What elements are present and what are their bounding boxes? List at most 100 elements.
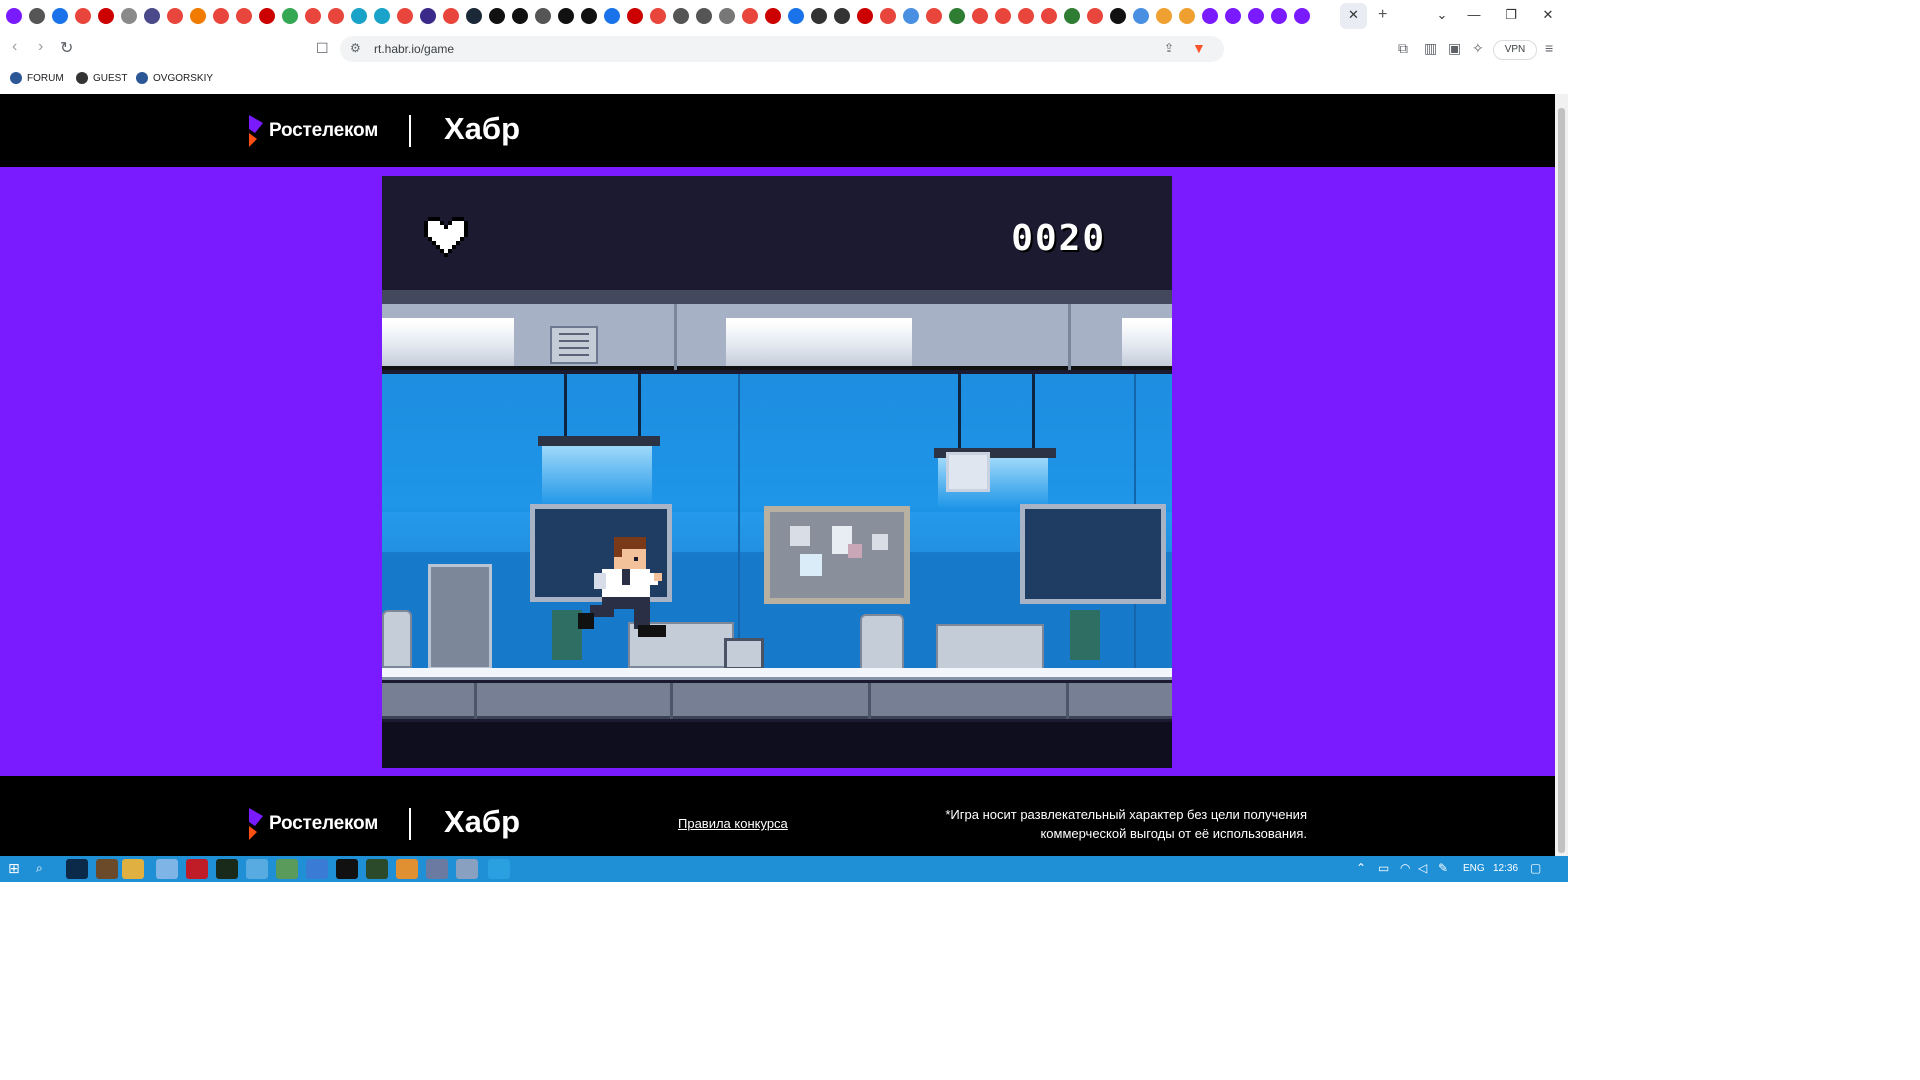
tab-favicon-icon[interactable] (650, 8, 666, 24)
taskbar-app[interactable] (122, 859, 144, 879)
contest-rules-link[interactable]: Правила конкурса (678, 816, 788, 831)
tab-favicon-icon[interactable] (98, 8, 114, 24)
taskbar-app[interactable] (306, 859, 328, 879)
reload-button[interactable]: ↻ (60, 38, 73, 58)
tab-favicon-icon[interactable] (351, 8, 367, 24)
tab-favicon-icon[interactable] (972, 8, 988, 24)
tab-favicon-icon[interactable] (903, 8, 919, 24)
bookmark-ovgorskiy[interactable]: OVGORSKIY (136, 72, 213, 84)
site-settings-icon[interactable]: ⚙ (350, 41, 361, 55)
taskbar-app[interactable] (456, 859, 478, 879)
active-tab[interactable]: ✕ (1340, 3, 1367, 29)
tab-favicon-icon[interactable] (213, 8, 229, 24)
share-icon[interactable]: ⇪ (1164, 41, 1174, 55)
menu-icon[interactable]: ≡ (1545, 40, 1553, 56)
rostelecom-logo[interactable]: Ростелеком (247, 115, 378, 147)
taskbar-app[interactable] (66, 859, 88, 879)
tab-favicon-icon[interactable] (719, 8, 735, 24)
tab-favicon-icon[interactable] (1110, 8, 1126, 24)
tab-favicon-icon[interactable] (880, 8, 896, 24)
taskbar-app-browser[interactable] (246, 859, 268, 879)
windows-start-icon[interactable]: ⊞ (8, 860, 20, 877)
tab-favicon-icon[interactable] (6, 8, 22, 24)
restore-button[interactable]: ❐ (1501, 7, 1521, 23)
url-text[interactable]: rt.habr.io/game (374, 42, 454, 56)
scroll-thumb[interactable] (1558, 108, 1565, 853)
clock[interactable]: 12:36 (1493, 863, 1518, 874)
tab-favicon-icon[interactable] (857, 8, 873, 24)
rostelecom-logo[interactable]: Ростелеком (247, 808, 378, 840)
tab-favicon-icon[interactable] (742, 8, 758, 24)
tab-favicon-icon[interactable] (1271, 8, 1287, 24)
tab-favicon-icon[interactable] (1179, 8, 1195, 24)
tab-favicon-icon[interactable] (259, 8, 275, 24)
battery-icon[interactable]: ▭ (1378, 861, 1389, 875)
language-indicator[interactable]: ENG (1463, 863, 1485, 874)
tab-favicon-icon[interactable] (52, 8, 68, 24)
habr-logo[interactable]: Хабр (444, 804, 520, 840)
tab-favicon-icon[interactable] (1087, 8, 1103, 24)
close-window-button[interactable]: ✕ (1538, 7, 1558, 23)
new-tab-button[interactable]: + (1378, 6, 1387, 24)
tab-favicon-icon[interactable] (374, 8, 390, 24)
tab-favicon-icon[interactable] (466, 8, 482, 24)
tab-favicon-icon[interactable] (1064, 8, 1080, 24)
tab-favicon-icon[interactable] (995, 8, 1011, 24)
tab-favicon-icon[interactable] (1294, 8, 1310, 24)
tab-favicon-icon[interactable] (420, 8, 436, 24)
tab-favicon-icon[interactable] (1248, 8, 1264, 24)
back-button[interactable]: ‹ (12, 38, 17, 56)
brave-shields-icon[interactable]: ▼ (1192, 40, 1206, 56)
notifications-icon[interactable]: ▢ (1530, 861, 1541, 875)
taskbar-app[interactable] (156, 859, 178, 879)
tray-chevron-icon[interactable]: ⌃ (1356, 861, 1366, 875)
bookmark-icon[interactable]: ☐ (316, 40, 329, 57)
habr-logo[interactable]: Хабр (444, 111, 520, 147)
taskbar-app[interactable] (396, 859, 418, 879)
tab-favicon-icon[interactable] (926, 8, 942, 24)
tab-favicon-icon[interactable] (535, 8, 551, 24)
tab-favicon-icon[interactable] (397, 8, 413, 24)
tab-favicon-icon[interactable] (949, 8, 965, 24)
tab-favicon-icon[interactable] (1041, 8, 1057, 24)
tab-favicon-icon[interactable] (627, 8, 643, 24)
tab-favicon-icon[interactable] (1202, 8, 1218, 24)
tab-favicon-icon[interactable] (811, 8, 827, 24)
search-icon[interactable]: ⌕ (36, 861, 43, 876)
volume-icon[interactable]: ◁ (1418, 861, 1427, 875)
tab-search-chevron-icon[interactable]: ⌄ (1432, 7, 1452, 23)
tab-favicon-icon[interactable] (190, 8, 206, 24)
taskbar-app[interactable] (186, 859, 208, 879)
tab-favicon-icon[interactable] (443, 8, 459, 24)
tab-favicon-icon[interactable] (121, 8, 137, 24)
tab-favicon-icon[interactable] (581, 8, 597, 24)
tab-favicon-icon[interactable] (765, 8, 781, 24)
taskbar-app[interactable] (96, 859, 118, 879)
extensions-icon[interactable]: ⧉ (1398, 40, 1408, 57)
tab-favicon-icon[interactable] (1133, 8, 1149, 24)
tab-favicon-icon[interactable] (512, 8, 528, 24)
tab-favicon-icon[interactable] (167, 8, 183, 24)
taskbar-app[interactable] (276, 859, 298, 879)
close-tab-icon[interactable]: ✕ (1348, 7, 1359, 23)
tab-favicon-icon[interactable] (834, 8, 850, 24)
tab-favicon-icon[interactable] (673, 8, 689, 24)
taskbar-app[interactable] (216, 859, 238, 879)
tab-favicon-icon[interactable] (788, 8, 804, 24)
tab-favicon-icon[interactable] (75, 8, 91, 24)
tab-favicon-icon[interactable] (236, 8, 252, 24)
page-scrollbar[interactable] (1555, 94, 1568, 856)
taskbar-app[interactable] (336, 859, 358, 879)
tab-favicon-icon[interactable] (305, 8, 321, 24)
wallet-icon[interactable]: ▣ (1448, 40, 1461, 57)
bookmark-forum[interactable]: FORUM (10, 72, 64, 84)
vpn-button[interactable]: VPN (1493, 40, 1537, 60)
leo-ai-icon[interactable]: ✧ (1472, 40, 1484, 57)
tab-favicon-icon[interactable] (282, 8, 298, 24)
tab-favicon-icon[interactable] (696, 8, 712, 24)
tab-favicon-icon[interactable] (144, 8, 160, 24)
minimize-button[interactable]: — (1464, 7, 1484, 22)
sidebar-icon[interactable]: ▥ (1424, 40, 1437, 57)
tab-favicon-icon[interactable] (1225, 8, 1241, 24)
game-canvas[interactable]: 0020 (382, 176, 1172, 768)
